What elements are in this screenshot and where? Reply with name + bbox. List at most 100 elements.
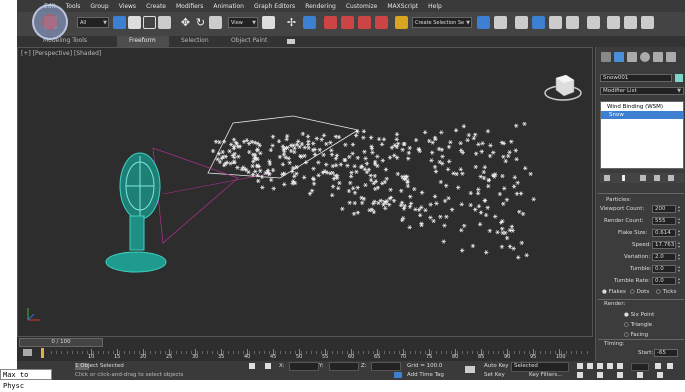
menu-maxscript[interactable]: MAXScript (387, 3, 418, 10)
maximize-viewport-icon[interactable] (657, 372, 663, 378)
tumble-field[interactable]: 0.0 (652, 265, 676, 273)
modifier-list-dropdown[interactable]: Modifier List ▼ (600, 87, 684, 95)
material-editor-icon[interactable] (587, 16, 600, 29)
key-mode-dropdown[interactable]: Selected (511, 362, 569, 372)
menu-tools[interactable]: Tools (66, 3, 81, 10)
radio-ticks[interactable]: ○ Ticks (656, 289, 676, 295)
add-time-tag-button[interactable]: Add Time Tag (407, 372, 444, 378)
pin-stack-icon[interactable] (604, 175, 610, 181)
stack-item-wind-binding[interactable]: Wind Binding (WSM) (601, 103, 683, 111)
rotate-icon[interactable]: ↻ (194, 16, 207, 29)
make-unique-icon[interactable] (640, 175, 646, 181)
orbit-icon[interactable] (597, 372, 603, 378)
menu-help[interactable]: Help (428, 3, 442, 10)
perspective-viewport[interactable]: [+] [Perspective] [Shaded] (17, 47, 593, 337)
render-count-field[interactable]: 555 (652, 217, 676, 225)
reference-coordinate-dropdown[interactable]: View ▼ (228, 17, 258, 28)
tab-freeform[interactable]: Freeform (129, 37, 156, 44)
go-to-start-icon[interactable] (577, 363, 583, 369)
display-tab-icon[interactable] (653, 52, 663, 62)
y-coord-field[interactable] (329, 362, 359, 371)
motion-tab-icon[interactable] (640, 52, 650, 62)
rendered-frame-window-icon[interactable] (624, 16, 637, 29)
menu-create[interactable]: Create (146, 3, 166, 10)
tumble-rate-field[interactable]: 0.0 (652, 277, 676, 285)
render-count-spinner-icon[interactable]: ▴ ▾ (678, 217, 681, 225)
layer-manager-icon[interactable] (515, 16, 528, 29)
snaps-toggle-icon[interactable] (324, 16, 337, 29)
play-icon[interactable] (597, 363, 603, 369)
speed-spinner-icon[interactable]: ▴ ▾ (678, 241, 681, 249)
menu-customize[interactable]: Customize (346, 3, 378, 10)
x-coord-field[interactable] (289, 362, 319, 371)
graphite-toggle-icon[interactable] (532, 16, 545, 29)
previous-frame-icon[interactable] (587, 363, 593, 369)
remove-modifier-icon[interactable] (654, 175, 660, 181)
create-tab-icon[interactable] (601, 52, 611, 62)
viewport-count-field[interactable]: 200 (652, 205, 676, 213)
utilities-tab-icon[interactable] (666, 52, 676, 62)
next-frame-icon[interactable] (607, 363, 613, 369)
object-color-swatch[interactable] (675, 74, 683, 82)
maxscript-listener-field[interactable]: Max to Physc (0, 369, 52, 390)
set-key-icon[interactable] (465, 366, 475, 373)
keyboard-shortcut-icon[interactable] (303, 16, 316, 29)
schematic-view-icon[interactable] (566, 16, 579, 29)
angle-snap-icon[interactable] (341, 16, 354, 29)
menu-graph-editors[interactable]: Graph Editors (254, 3, 295, 10)
align-icon[interactable] (494, 16, 507, 29)
object-name-field[interactable]: Snow001 (600, 74, 672, 82)
variation-spinner-icon[interactable]: ▴ ▾ (678, 253, 681, 261)
select-by-name-icon[interactable] (128, 16, 141, 29)
go-to-end-icon[interactable] (617, 363, 623, 369)
time-config-icon[interactable] (577, 372, 583, 378)
render-setup-icon[interactable] (607, 16, 620, 29)
show-end-result-icon[interactable] (622, 175, 625, 181)
menu-modifiers[interactable]: Modifiers (176, 3, 203, 10)
mirror-icon[interactable] (477, 16, 490, 29)
menu-views[interactable]: Views (119, 3, 136, 10)
tumble-spinner-icon[interactable]: ▴ ▾ (678, 265, 681, 273)
tab-selection[interactable]: Selection (181, 37, 209, 44)
speed-field[interactable]: 17.763 (652, 241, 676, 249)
scale-icon[interactable] (209, 16, 222, 29)
flake-size-spinner-icon[interactable]: ▴ ▾ (678, 229, 681, 237)
hierarchy-tab-icon[interactable] (627, 52, 637, 62)
selection-filter-dropdown[interactable]: All ▼ (77, 17, 109, 28)
pivot-center-icon[interactable] (262, 16, 275, 29)
select-object-icon[interactable] (113, 16, 126, 29)
timeline[interactable]: 0 / 100 10 15 20 25 30 35 40 45 50 55 60 65 70 75 80 85… (17, 337, 595, 361)
time-tag-icon[interactable] (394, 372, 402, 378)
auto-key-button[interactable]: Auto Key (484, 363, 509, 369)
spinner-snap-icon[interactable] (375, 16, 388, 29)
move-icon[interactable]: ✥ (179, 16, 192, 29)
menu-animation[interactable]: Animation (213, 3, 244, 10)
named-selection-set-dropdown[interactable]: Create Selection Se ▼ (412, 17, 472, 28)
start-field[interactable]: -65 (654, 349, 678, 357)
field-of-view-icon[interactable] (617, 372, 623, 378)
radio-flakes[interactable]: ● Flakes (602, 289, 626, 295)
window-crossing-icon[interactable] (158, 16, 171, 29)
zoom-extents-icon[interactable] (637, 372, 643, 378)
key-filters-button[interactable]: Key Filters... (529, 372, 562, 378)
percent-snap-icon[interactable] (358, 16, 371, 29)
select-and-manipulate-icon[interactable]: ✢ (285, 16, 298, 29)
stack-item-snow[interactable]: Snow (601, 111, 683, 119)
ribbon-options-icon[interactable] (287, 39, 295, 44)
radio-facing[interactable]: ○ Facing (624, 332, 648, 338)
z-coord-field[interactable] (371, 362, 401, 371)
render-production-icon[interactable] (641, 16, 654, 29)
curve-editor-icon[interactable] (549, 16, 562, 29)
edit-named-selection-icon[interactable] (395, 16, 408, 29)
radio-triangle[interactable]: ○ Triangle (624, 322, 652, 328)
pan-icon[interactable] (667, 363, 673, 369)
app-logo-icon[interactable] (32, 4, 68, 40)
current-frame-field[interactable] (631, 363, 649, 371)
flake-size-field[interactable]: 0.614 (652, 229, 676, 237)
lock-selection-icon[interactable] (249, 363, 255, 369)
set-key-button[interactable]: Set Key (484, 372, 505, 378)
modify-tab-icon[interactable] (614, 52, 624, 62)
tab-freeform-bg[interactable]: Freeform (117, 36, 169, 47)
menu-group[interactable]: Group (90, 3, 108, 10)
modifier-stack[interactable]: Wind Binding (WSM) Snow (600, 101, 684, 169)
